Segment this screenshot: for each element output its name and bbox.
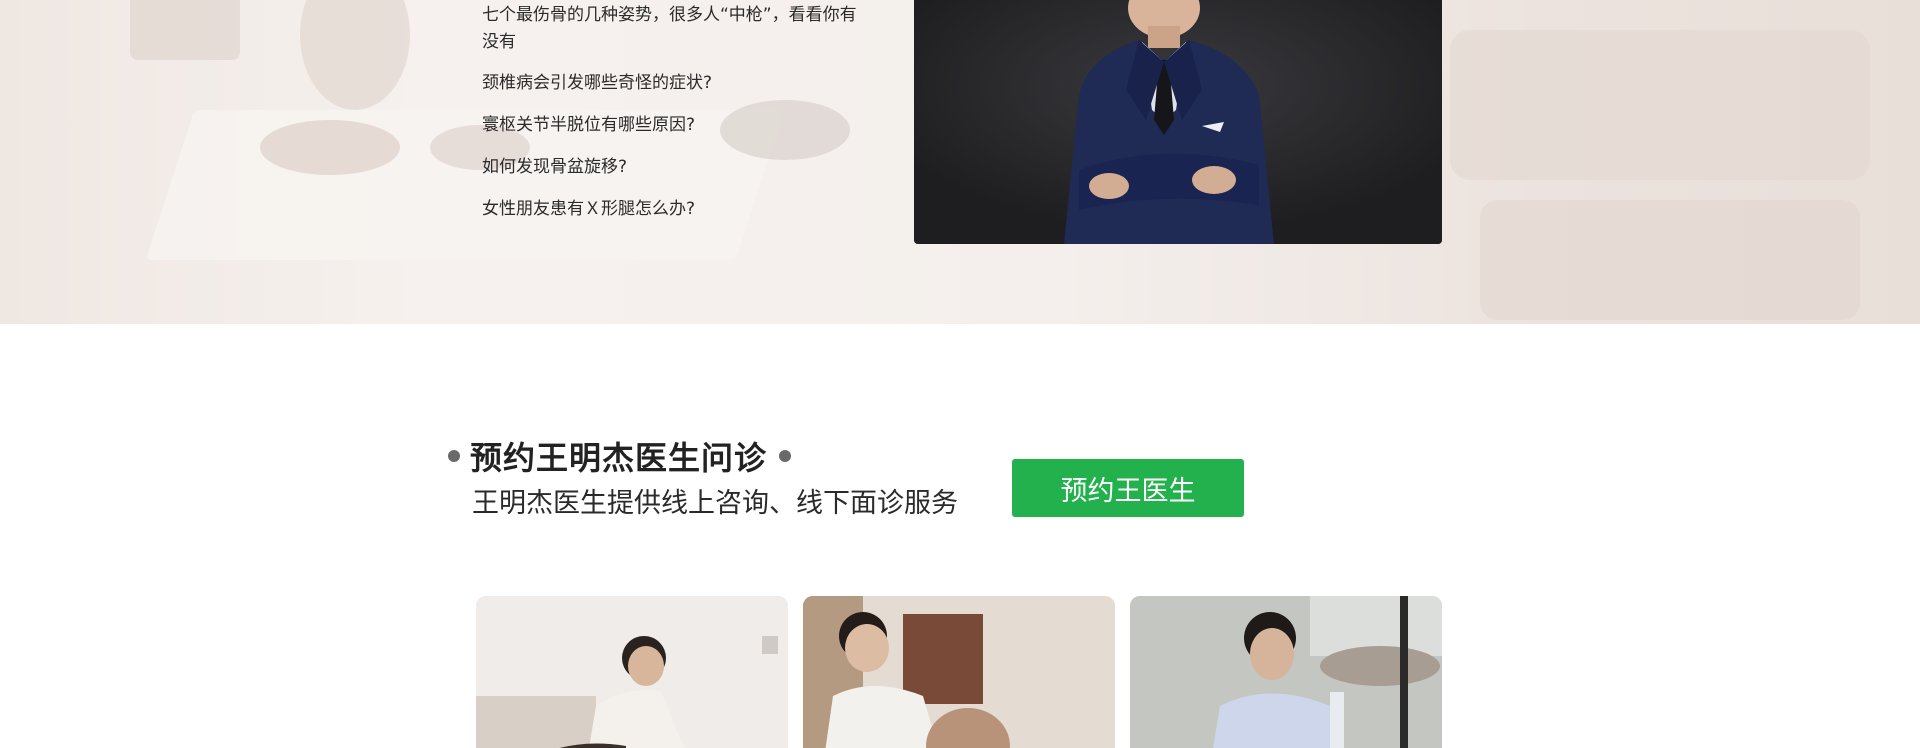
article-link[interactable]: 颈椎病会引发哪些奇怪的症状?	[482, 70, 862, 97]
article-link[interactable]: 七个最伤骨的几种姿势，很多人“中枪”，看看你有没有	[482, 2, 862, 56]
hero-section: 七个最伤骨的几种姿势，很多人“中枪”，看看你有没有 颈椎病会引发哪些奇怪的症状?…	[0, 0, 1920, 324]
booking-heading: 预约王明杰医生问诊	[448, 434, 792, 478]
consultation-photo	[803, 596, 1115, 748]
consultation-photo-scene	[476, 596, 788, 748]
doctor-portrait-figure	[914, 0, 1442, 244]
background-decor	[130, 0, 240, 60]
consultation-photo	[1130, 596, 1442, 748]
consultation-photo-scene	[1130, 596, 1442, 748]
background-decor	[260, 120, 400, 175]
consultation-photo	[476, 596, 788, 748]
article-link[interactable]: 女性朋友患有Ｘ形腿怎么办?	[482, 196, 862, 223]
booking-title: 预约王明杰医生问诊	[470, 439, 768, 477]
background-decor	[300, 0, 410, 110]
book-doctor-button[interactable]: 预约王医生	[1012, 459, 1244, 517]
bullet-dot-icon	[448, 450, 460, 462]
doctor-portrait	[914, 0, 1442, 244]
background-decor	[1480, 200, 1860, 320]
article-link[interactable]: 如何发现骨盆旋移?	[482, 154, 862, 181]
consultation-photo-scene	[803, 596, 1115, 748]
bullet-dot-icon	[779, 450, 792, 462]
background-decor	[1450, 30, 1870, 180]
booking-subtitle: 王明杰医生提供线上咨询、线下面诊服务	[472, 488, 958, 519]
article-link[interactable]: 寰枢关节半脱位有哪些原因?	[482, 112, 862, 139]
